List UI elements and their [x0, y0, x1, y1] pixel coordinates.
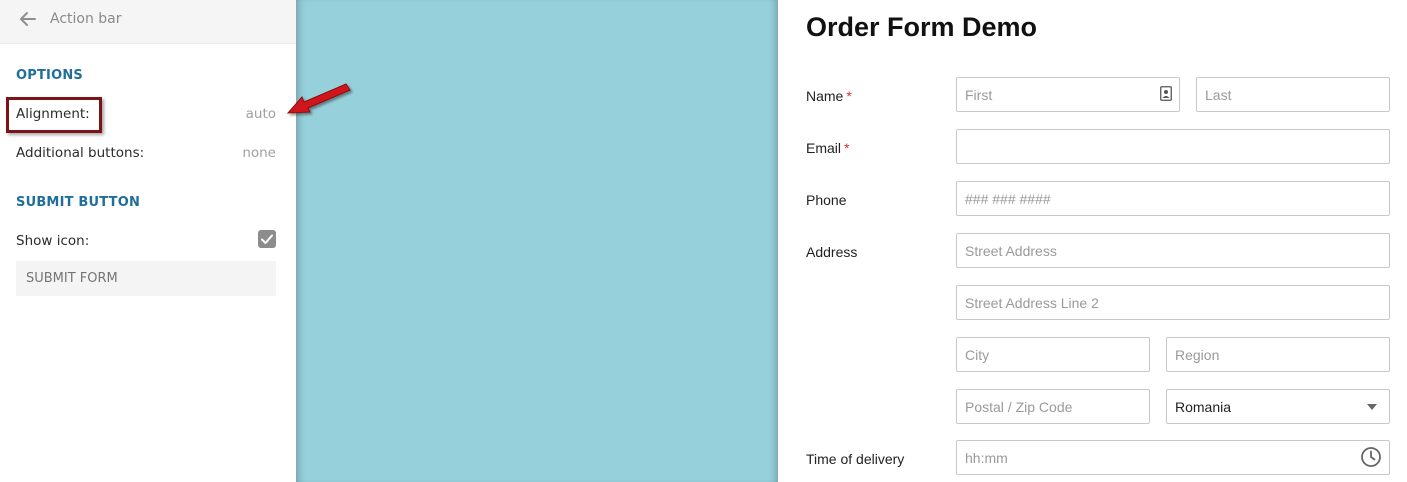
- chevron-down-icon: [1367, 404, 1377, 410]
- first-name-input[interactable]: [956, 77, 1180, 112]
- region-input[interactable]: [1166, 337, 1390, 372]
- additional-buttons-label: Additional buttons:: [16, 145, 145, 161]
- time-input-wrapper: [956, 440, 1390, 475]
- email-input[interactable]: [956, 129, 1390, 164]
- contact-card-icon[interactable]: [1160, 86, 1172, 101]
- back-arrow-icon[interactable]: [18, 9, 38, 29]
- city-input[interactable]: [956, 337, 1150, 372]
- show-icon-checkbox[interactable]: [258, 230, 276, 248]
- clock-icon[interactable]: [1360, 446, 1382, 468]
- panel-header: Action bar: [0, 0, 296, 44]
- street-address-line2-input[interactable]: [956, 285, 1390, 320]
- checkmark-icon: [261, 234, 273, 244]
- country-select-value: Romania: [1175, 399, 1232, 415]
- panel-title: Action bar: [50, 11, 122, 27]
- annotation-arrow-icon: [286, 83, 351, 114]
- alignment-option[interactable]: Alignment: auto: [16, 106, 276, 126]
- email-label-text: Email: [806, 140, 842, 156]
- street-address-input[interactable]: [956, 233, 1390, 268]
- last-name-input[interactable]: [1196, 77, 1390, 112]
- form-title: Order Form Demo: [806, 12, 1038, 42]
- email-label: Email *: [806, 140, 849, 156]
- time-of-delivery-input[interactable]: [956, 440, 1390, 475]
- preview-background: [296, 0, 778, 482]
- time-of-delivery-label: Time of delivery: [806, 451, 905, 467]
- show-icon-label: Show icon:: [16, 233, 90, 249]
- additional-buttons-value[interactable]: none: [242, 145, 276, 161]
- submit-button-heading: SUBMIT BUTTON: [16, 195, 141, 210]
- additional-buttons-option[interactable]: Additional buttons: none: [16, 145, 276, 165]
- name-label: Name *: [806, 88, 852, 104]
- zip-code-input[interactable]: [956, 389, 1150, 424]
- required-marker: *: [846, 88, 852, 104]
- settings-panel: Action bar OPTIONS Alignment: auto Addit…: [0, 0, 296, 482]
- phone-label: Phone: [806, 192, 847, 208]
- alignment-label: Alignment:: [16, 106, 90, 122]
- options-heading: OPTIONS: [16, 68, 83, 83]
- order-form: Order Form Demo Name* Email* Phone Addre…: [778, 0, 1407, 482]
- country-select[interactable]: Romania: [1166, 389, 1390, 424]
- submit-text-input[interactable]: [16, 261, 276, 296]
- address-label: Address: [806, 244, 858, 260]
- alignment-value[interactable]: auto: [246, 106, 276, 122]
- show-icon-option[interactable]: Show icon:: [16, 233, 276, 253]
- required-marker: *: [844, 140, 850, 156]
- name-label-text: Name: [806, 88, 844, 104]
- first-name-wrapper: [956, 77, 1180, 112]
- phone-input[interactable]: [956, 181, 1390, 216]
